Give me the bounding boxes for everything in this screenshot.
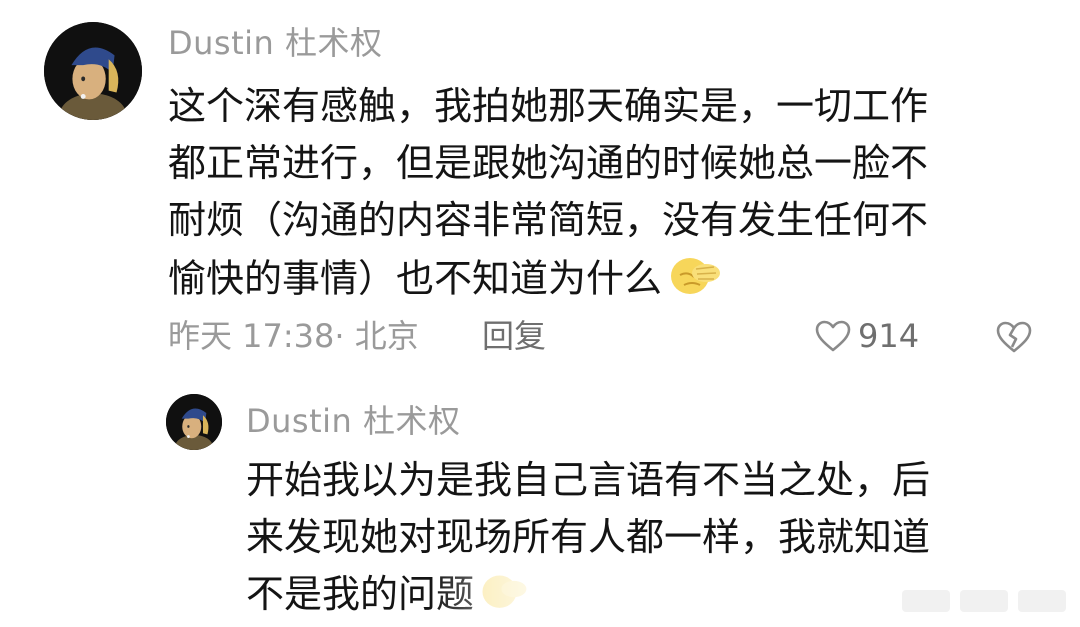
watermark-mark: [960, 590, 1008, 612]
reply-text-line: 来发现她对现场所有人都一样，我就知道: [246, 515, 931, 559]
like-count: 914: [858, 317, 920, 355]
heart-icon: [814, 319, 852, 353]
comment-text-line: 这个深有感触，我拍她那天确实是，一切工作: [168, 84, 929, 128]
reply-button[interactable]: 回复: [482, 316, 546, 356]
comment-timestamp-location: 昨天 17:38· 北京: [168, 317, 419, 355]
reply-username[interactable]: Dustin 杜术权: [246, 402, 461, 440]
comment-text-line: 耐烦（沟通的内容非常简短，没有发生任何不: [168, 198, 929, 242]
avatar[interactable]: [44, 22, 142, 120]
like-button[interactable]: 914: [814, 316, 919, 356]
watermark-mark: [902, 590, 950, 612]
avatar-image: [166, 394, 222, 450]
broken-heart-icon[interactable]: [994, 320, 1034, 354]
comment-text: 这个深有感触，我拍她那天确实是，一切工作 都正常进行，但是跟她沟通的时候她总一脸…: [168, 78, 1048, 313]
watermark-mark: [1018, 590, 1066, 612]
reply-text-line: 开始我以为是我自己言语有不当之处，后: [246, 458, 931, 502]
comment-item: Dustin 杜术权 这个深有感触，我拍她那天确实是，一切工作 都正常进行，但是…: [0, 0, 1080, 380]
comment-text-line-last: 愉快的事情）也不知道为什么: [168, 249, 1048, 313]
avatar-image: [44, 22, 142, 120]
reply-avatar[interactable]: [166, 394, 222, 450]
watermark: [902, 590, 1066, 612]
facepalm-emoji-icon: [666, 249, 724, 313]
comment-username[interactable]: Dustin 杜术权: [168, 24, 383, 62]
comment-text-segment: 愉快的事情）也不知道为什么: [168, 256, 663, 301]
comment-text-line: 都正常进行，但是跟她沟通的时候她总一脸不: [168, 141, 929, 185]
